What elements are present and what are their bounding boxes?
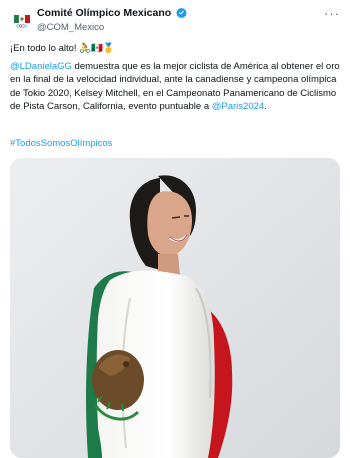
account-handle[interactable]: @COM_Mexico [37, 22, 104, 33]
tweet-text: ¡En todo lo alto! 🚴🇲🇽🥇 @LDanielaGG demue… [10, 42, 340, 114]
account-name-row[interactable]: Comité Olímpico Mexicano [37, 7, 187, 21]
hashtag-line: #TodosSomosOlímpicos [10, 138, 112, 149]
account-name[interactable]: Comité Olímpico Mexicano [37, 7, 171, 19]
tweet-header: Comité Olímpico Mexicano @COM_Mexico ··· [10, 6, 340, 36]
hashtag-link[interactable]: #TodosSomosOlímpicos [10, 138, 112, 149]
mention-cyclist-link[interactable]: @LDanielaGG [10, 61, 72, 72]
tweet-end: . [264, 101, 267, 112]
avatar[interactable] [10, 8, 34, 32]
tweet-photo[interactable] [10, 158, 340, 458]
verified-badge-icon [176, 7, 187, 21]
more-options-icon[interactable]: ··· [324, 6, 340, 21]
mention-paris-link[interactable]: @Paris2024 [212, 101, 264, 112]
tweet-paragraph: @LDanielaGG demuestra que es la mejor ci… [10, 60, 340, 114]
tweet-line-1: ¡En todo lo alto! 🚴🇲🇽🥇 [10, 43, 115, 54]
